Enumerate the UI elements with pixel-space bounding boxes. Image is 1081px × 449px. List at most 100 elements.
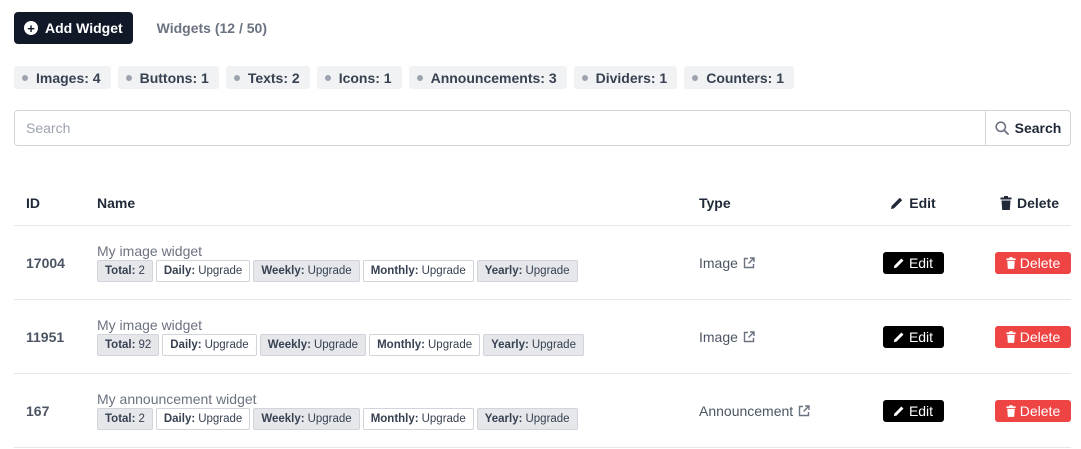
- external-link-icon: [743, 256, 755, 268]
- edit-cell: Edit: [867, 325, 959, 348]
- widget-type-link[interactable]: Image: [699, 255, 867, 271]
- edit-button-label: Edit: [908, 328, 934, 345]
- edit-cell: Edit: [867, 251, 959, 274]
- widget-type-link[interactable]: Image: [699, 329, 867, 345]
- filter-chip-counters[interactable]: Counters: 1: [684, 66, 794, 89]
- filter-chip-dividers[interactable]: Dividers: 1: [573, 66, 678, 89]
- chip-label: Dividers: 1: [595, 69, 668, 86]
- stat-badge-daily: Daily: Upgrade: [155, 260, 251, 282]
- header-type: Type: [699, 194, 731, 211]
- search-button[interactable]: Search: [985, 111, 1070, 145]
- trash-icon: [1000, 195, 1012, 210]
- pencil-icon: [891, 197, 903, 209]
- widget-type: Image: [699, 254, 738, 271]
- edit-button-label: Edit: [908, 254, 934, 271]
- stat-badge-yearly: Yearly: Upgrade: [476, 260, 578, 282]
- filter-chip-images[interactable]: Images: 4: [14, 66, 111, 89]
- edit-button-label: Edit: [908, 402, 934, 419]
- trash-icon: [1006, 404, 1016, 417]
- chip-label: Texts: 2: [247, 69, 300, 86]
- trash-icon: [1006, 330, 1016, 343]
- filter-chip-texts[interactable]: Texts: 2: [225, 66, 310, 89]
- stats-badges: Total: 92 Daily: Upgrade Weekly: Upgrade Mo…: [97, 334, 699, 356]
- stats-badges: Total: 2 Daily: Upgrade Weekly: Upgrade Mon…: [97, 408, 699, 430]
- delete-cell: Delete: [959, 325, 1071, 348]
- stat-badge-yearly: Yearly: Upgrade: [476, 408, 578, 430]
- search-button-label: Search: [1014, 120, 1062, 136]
- widget-id: 167: [26, 402, 50, 419]
- widget-type-filters: Images: 4 Buttons: 1 Texts: 2 Icons: 1 A…: [14, 66, 794, 89]
- filter-chip-announcements[interactable]: Announcements: 3: [408, 66, 567, 89]
- filter-chip-buttons[interactable]: Buttons: 1: [117, 66, 219, 89]
- widget-type-cell: Image: [699, 255, 867, 271]
- delete-cell: Delete: [959, 399, 1071, 422]
- widget-id: 17004: [26, 254, 65, 271]
- stat-badge-monthly: Monthly: Upgrade: [362, 260, 474, 282]
- widget-type-link[interactable]: Announcement: [699, 403, 867, 419]
- delete-button[interactable]: Delete: [995, 251, 1071, 274]
- search-bar: Search: [14, 110, 1071, 146]
- widget-type-cell: Announcement: [699, 403, 867, 419]
- edit-button[interactable]: Edit: [882, 251, 944, 274]
- search-input[interactable]: [15, 111, 985, 145]
- stat-badge-daily: Daily: Upgrade: [155, 408, 251, 430]
- header-edit-label: Edit: [909, 194, 936, 211]
- chip-label: Buttons: 1: [139, 69, 209, 86]
- dot-icon: [581, 74, 588, 81]
- header-name: Name: [97, 194, 136, 211]
- dot-icon: [22, 74, 28, 81]
- widget-type-cell: Image: [699, 329, 867, 345]
- widget-name-cell: My image widget Total: 92 Daily: Upgrade W…: [97, 317, 699, 356]
- add-widget-button[interactable]: + Add Widget: [14, 12, 133, 44]
- delete-button[interactable]: Delete: [995, 399, 1071, 422]
- stat-badge-total: Total: 92: [97, 334, 160, 356]
- delete-button-label: Delete: [1019, 328, 1061, 345]
- stat-badge-yearly: Yearly: Upgrade: [483, 334, 584, 356]
- stat-badge-total: Total: 2: [97, 260, 153, 282]
- stat-badge-weekly: Weekly: Upgrade: [253, 408, 360, 430]
- table-row: 167 My announcement widget Total: 2 Daily…: [14, 374, 1071, 448]
- dot-icon: [324, 74, 331, 81]
- stat-badge-daily: Daily: Upgrade: [162, 334, 257, 356]
- pencil-icon: [893, 332, 904, 342]
- dot-icon: [416, 74, 423, 81]
- toolbar: + Add Widget Widgets (12 / 50): [14, 12, 267, 44]
- widget-id: 11951: [26, 328, 65, 345]
- table-row: 17004 My image widget Total: 2 Daily: Upgr…: [14, 226, 1071, 300]
- stat-badge-weekly: Weekly: Upgrade: [253, 260, 360, 282]
- delete-button[interactable]: Delete: [995, 325, 1071, 348]
- chip-label: Counters: 1: [706, 69, 784, 86]
- pencil-icon: [893, 406, 904, 416]
- widget-name-cell: My announcement widget Total: 2 Daily: Upg…: [97, 391, 699, 430]
- edit-cell: Edit: [867, 399, 959, 422]
- edit-button[interactable]: Edit: [882, 399, 944, 422]
- filter-chip-icons[interactable]: Icons: 1: [316, 66, 402, 89]
- chip-label: Icons: 1: [338, 69, 392, 86]
- header-id: ID: [26, 194, 40, 211]
- widget-count: Widgets (12 / 50): [156, 20, 267, 36]
- header-delete: Delete: [959, 195, 1071, 211]
- dot-icon: [692, 74, 699, 81]
- magnifier-icon: [995, 121, 1009, 135]
- stat-badge-weekly: Weekly: Upgrade: [259, 334, 367, 356]
- table-row: 11951 My image widget Total: 92 Daily: Upg…: [14, 300, 1071, 374]
- widgets-table: ID Name Type Edit Delete 17004 My image …: [14, 180, 1071, 448]
- stat-badge-monthly: Monthly: Upgrade: [362, 408, 474, 430]
- delete-button-label: Delete: [1019, 254, 1061, 271]
- stat-badge-total: Total: 2: [97, 408, 153, 430]
- widget-type: Image: [699, 328, 738, 345]
- add-widget-label: Add Widget: [45, 20, 123, 36]
- pencil-icon: [893, 258, 904, 268]
- widget-name-cell: My image widget Total: 2 Daily: Upgrade We…: [97, 243, 699, 282]
- widget-type: Announcement: [699, 402, 794, 419]
- chip-label: Announcements: 3: [430, 69, 557, 86]
- delete-button-label: Delete: [1019, 402, 1061, 419]
- chip-label: Images: 4: [36, 69, 101, 86]
- trash-icon: [1006, 256, 1016, 269]
- external-link-icon: [798, 404, 810, 416]
- widget-name: My announcement widget: [97, 391, 257, 407]
- dot-icon: [125, 74, 132, 81]
- edit-button[interactable]: Edit: [882, 325, 944, 348]
- stats-badges: Total: 2 Daily: Upgrade Weekly: Upgrade Mon…: [97, 260, 699, 282]
- widget-name: My image widget: [97, 317, 203, 333]
